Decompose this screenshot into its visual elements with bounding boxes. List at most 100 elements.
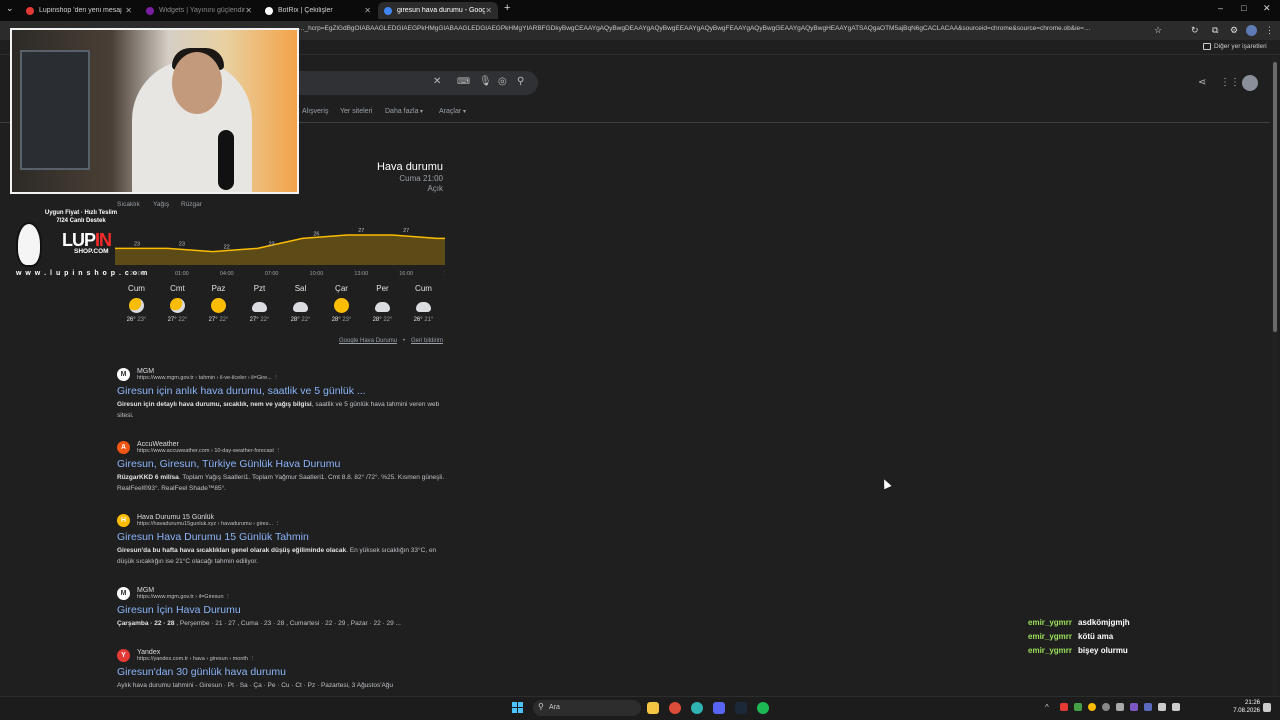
chat-user: emir_ygmrr — [1028, 632, 1073, 641]
forecast-day[interactable]: Per 28° 22° — [362, 284, 403, 323]
file-explorer-icon[interactable] — [647, 702, 659, 714]
result-title-link[interactable]: Giresun İçin Hava Durumu — [117, 604, 447, 616]
close-icon[interactable]: ✕ — [125, 6, 132, 15]
scrollbar[interactable] — [1272, 56, 1278, 696]
new-tab-button[interactable]: + — [504, 2, 510, 14]
chat-text: kötü ama — [1078, 632, 1114, 641]
windows-start-icon[interactable] — [512, 702, 523, 713]
tab-precipitation[interactable]: Yağış — [153, 201, 169, 208]
tray-icon[interactable] — [1144, 703, 1152, 711]
site-name: AccuWeather — [137, 441, 179, 448]
profile-avatar[interactable] — [1246, 25, 1257, 36]
search-result: M MGM https://www.mgm.gov.tr › il=Giresun … — [117, 587, 447, 629]
other-bookmarks[interactable]: Diğer yer işaretleri — [1214, 43, 1267, 50]
tab-temperature[interactable]: Sıcaklık — [117, 201, 140, 208]
refresh-icon[interactable]: ↻ — [1191, 25, 1199, 36]
site-url[interactable]: https://www.mgm.gov.tr › il=Giresun ⋮ — [137, 594, 231, 600]
tray-chevron-icon[interactable]: ^ — [1045, 703, 1049, 712]
data-label: 22 — [224, 245, 230, 251]
tab-botrix[interactable]: BotRix | Çekilişler ✕ — [259, 2, 377, 19]
close-window-icon[interactable]: ✕ — [1263, 3, 1271, 14]
volume-icon[interactable] — [1172, 703, 1180, 711]
keyboard-icon[interactable]: ⌨ — [457, 76, 470, 87]
forecast-day[interactable]: Sal 28° 22° — [280, 284, 321, 323]
maximize-icon[interactable]: □ — [1241, 3, 1246, 13]
nav-shopping[interactable]: Alışveriş — [302, 108, 328, 115]
low-temp: 22° — [301, 317, 311, 323]
search-result: M MGM https://www.mgm.gov.tr › tahmin › il… — [117, 368, 447, 421]
tray-icon[interactable] — [1116, 703, 1124, 711]
taskbar-search[interactable]: Ara — [533, 700, 641, 716]
notification-icon[interactable] — [1263, 703, 1271, 712]
star-icon[interactable]: ☆ — [1154, 25, 1162, 36]
close-icon[interactable]: ✕ — [485, 6, 492, 15]
lens-icon[interactable]: ◎ — [498, 76, 507, 87]
share-icon[interactable]: ⋖ — [1198, 77, 1206, 88]
tab-search-icon[interactable]: ⌄ — [6, 3, 14, 14]
settings-icon[interactable]: ⚙ — [1230, 25, 1238, 36]
result-snippet: RüzgarKKD 6 mil/sa. Toplam Yağış Saatler… — [117, 474, 445, 492]
search-icon[interactable]: ⚲ — [517, 76, 524, 87]
forecast-day[interactable]: Cum 26° 23° — [116, 284, 157, 323]
rain-icon — [293, 302, 308, 312]
result-title-link[interactable]: Giresun, Giresun, Türkiye Günlük Hava Du… — [117, 458, 447, 470]
nav-places[interactable]: Yer siteleri — [340, 108, 372, 115]
clear-icon[interactable]: ✕ — [433, 76, 441, 87]
high-temp: 27° — [249, 317, 259, 323]
tray-icon[interactable] — [1088, 703, 1096, 711]
spotify-icon[interactable] — [757, 702, 769, 714]
high-temp: 28° — [372, 317, 382, 323]
wifi-icon[interactable] — [1158, 703, 1166, 711]
microphone-icon[interactable]: 🎙︎ — [479, 76, 492, 87]
nav-more[interactable]: Daha fazla — [385, 108, 418, 115]
close-icon[interactable]: ✕ — [245, 6, 252, 15]
site-url[interactable]: https://havadurumu15gunluk.xyz › havadur… — [137, 521, 280, 527]
tab-widgets[interactable]: Widgets | Yayınını güçlendirmek için... … — [140, 2, 258, 19]
forecast-day[interactable]: Cmt 27° 22° — [157, 284, 198, 323]
taskbar-clock[interactable]: 21:26 7.08.2026 — [1230, 699, 1260, 715]
site-url[interactable]: https://yandex.com.tr › hava › giresun ›… — [137, 656, 255, 662]
close-icon[interactable]: ✕ — [364, 6, 371, 15]
discord-icon[interactable] — [713, 702, 725, 714]
result-title-link[interactable]: Giresun'dan 30 günlük hava durumu — [117, 666, 447, 678]
google-weather-link[interactable]: Google Hava Durumu — [339, 338, 397, 344]
site-name: Yandex — [137, 649, 161, 656]
site-favicon-icon: M — [117, 368, 130, 381]
forecast-day[interactable]: Pzt 27° 22° — [239, 284, 280, 323]
edge-icon[interactable] — [691, 702, 703, 714]
feedback-link[interactable]: Geri bildirim — [411, 338, 443, 344]
chrome-icon[interactable] — [669, 702, 681, 714]
tab-google-search[interactable]: giresun hava durumu - Google'da Ara ✕ — [378, 2, 498, 19]
tray-icon[interactable] — [1060, 703, 1068, 711]
site-url[interactable]: https://www.accuweather.com › 10-day-wea… — [137, 448, 281, 454]
tab-wind[interactable]: Rüzgar — [181, 201, 202, 208]
daily-forecast: Cum 26° 23° Cmt 27° 22° Paz 27° 22° Pzt 27° 22°… — [116, 284, 444, 323]
forecast-day[interactable]: Paz 27° 22° — [198, 284, 239, 323]
x-tick-label: 19:00 — [444, 271, 445, 277]
url-text[interactable]: …_hcrp=EgZlGdBgOIABAAGLEDGIAEGPkHMgGIABA… — [298, 25, 1148, 32]
result-title-link[interactable]: Giresun Hava Durumu 15 Günlük Tahmin — [117, 531, 447, 543]
steam-icon[interactable] — [735, 702, 747, 714]
apps-grid-icon[interactable]: ⋮⋮ — [1220, 77, 1240, 88]
chevron-down-icon: ▾ — [463, 109, 467, 115]
low-temp: 21° — [424, 317, 434, 323]
promo-text: Uygun Fiyat · Hızlı Teslim 7/24 Canlı De… — [36, 209, 126, 225]
account-avatar[interactable] — [1242, 75, 1258, 91]
site-url[interactable]: https://www.mgm.gov.tr › tahmin › il-ve-… — [137, 375, 279, 381]
minimize-icon[interactable]: – — [1218, 3, 1223, 13]
low-temp: 22° — [383, 317, 393, 323]
tab-lupinshop[interactable]: Lupinshop 'den yeni mesaj ✕ — [20, 2, 138, 19]
tray-icon[interactable] — [1074, 703, 1082, 711]
low-temp: 22° — [260, 317, 270, 323]
tray-icon[interactable] — [1130, 703, 1138, 711]
menu-icon[interactable]: ⋮ — [1265, 25, 1274, 36]
scrollbar-thumb[interactable] — [1273, 62, 1277, 332]
data-label: 27 — [403, 228, 409, 234]
tray-icon[interactable] — [1102, 703, 1110, 711]
nav-tools[interactable]: Araçlar — [439, 108, 461, 115]
forecast-day[interactable]: Çar 28° 23° — [321, 284, 362, 323]
forecast-day[interactable]: Cum 26° 21° — [403, 284, 444, 323]
extensions-icon[interactable]: ⧉ — [1212, 25, 1218, 36]
result-title-link[interactable]: Giresun için anlık hava durumu, saatlik … — [117, 385, 447, 397]
widgets-favicon-icon — [146, 6, 154, 15]
